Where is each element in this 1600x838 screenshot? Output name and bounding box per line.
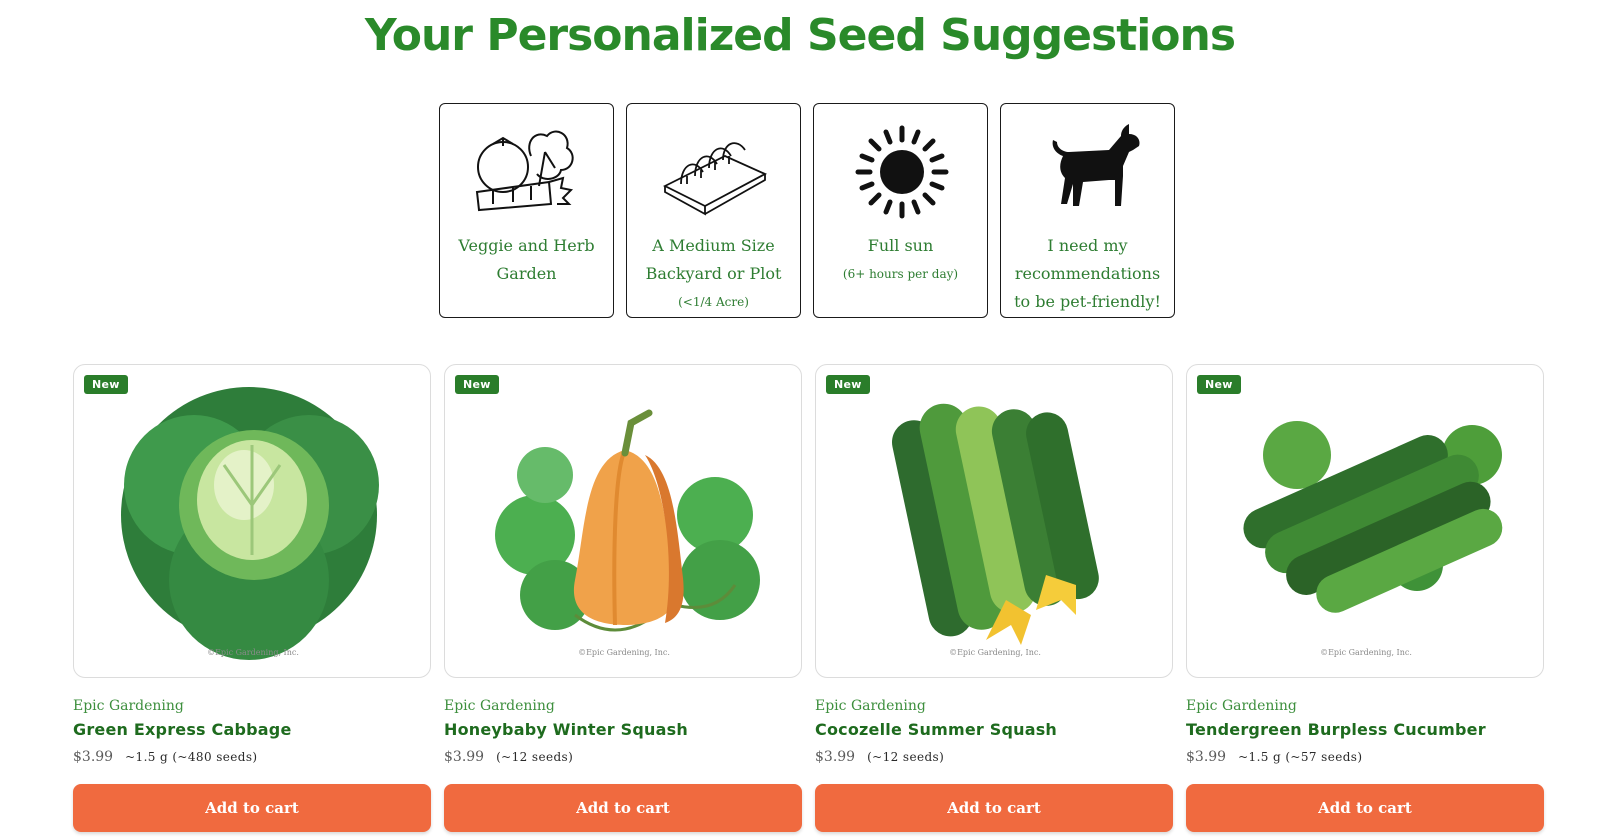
veggie-herb-icon bbox=[440, 122, 615, 222]
preference-sub-label: (6+ hours per day) bbox=[842, 267, 959, 281]
product-price: $3.99 bbox=[1186, 749, 1227, 765]
product-title[interactable]: Tendergreen Burpless Cucumber bbox=[1186, 720, 1544, 742]
product-image-link[interactable]: New ©Epic Gardening, Inc. bbox=[73, 364, 431, 678]
product-image-link[interactable]: New ©Epic Gardening, Inc. bbox=[444, 364, 802, 678]
image-copyright: ©Epic Gardening, Inc. bbox=[1320, 648, 1412, 657]
product-quantity: (~12 seeds) bbox=[496, 750, 574, 764]
preference-card-pet-friendly[interactable]: I need my recommendations to be pet-frie… bbox=[1000, 103, 1175, 318]
add-to-cart-button[interactable]: Add to cart bbox=[73, 784, 431, 832]
product-price: $3.99 bbox=[73, 749, 114, 765]
cucumber-image bbox=[1243, 421, 1503, 613]
add-to-cart-button[interactable]: Add to cart bbox=[1186, 784, 1544, 832]
product-grid: New ©Epic Gardening, Inc. Epic Gardening… bbox=[73, 364, 1544, 832]
product-title[interactable]: Cocozelle Summer Squash bbox=[815, 720, 1173, 742]
preference-card-garden-type[interactable]: Veggie and Herb Garden bbox=[439, 103, 614, 318]
product-price: $3.99 bbox=[815, 749, 856, 765]
product-quantity: (~12 seeds) bbox=[867, 750, 945, 764]
garden-bed-icon bbox=[627, 122, 802, 222]
add-to-cart-button[interactable]: Add to cart bbox=[815, 784, 1173, 832]
product-title[interactable]: Honeybaby Winter Squash bbox=[444, 720, 802, 742]
sun-icon bbox=[814, 122, 989, 222]
product-price: $3.99 bbox=[444, 749, 485, 765]
page-title: Your Personalized Seed Suggestions bbox=[364, 10, 1236, 61]
new-badge: New bbox=[84, 375, 128, 394]
new-badge: New bbox=[826, 375, 870, 394]
image-copyright: ©Epic Gardening, Inc. bbox=[578, 648, 670, 657]
product-quantity: ~1.5 g (~57 seeds) bbox=[1238, 750, 1363, 764]
product-image-link[interactable]: New ©Epic Gardening, Inc. bbox=[1186, 364, 1544, 678]
preference-sub-label: (<1/4 Acre) bbox=[678, 295, 749, 309]
preference-label: I need my recommendations to be pet-frie… bbox=[1014, 236, 1161, 311]
preference-label: A Medium Size Backyard or Plot bbox=[645, 236, 782, 283]
preference-card-sunlight[interactable]: Full sun (6+ hours per day) bbox=[813, 103, 988, 318]
preference-summary: Veggie and Herb Garden A Medium Size Bac… bbox=[439, 103, 1175, 318]
product-vendor: Epic Gardening bbox=[444, 698, 555, 714]
product-card: New ©Epic Gardening, Inc. Epic Gardening… bbox=[444, 364, 802, 832]
new-badge: New bbox=[1197, 375, 1241, 394]
product-title[interactable]: Green Express Cabbage bbox=[73, 720, 431, 742]
product-quantity: ~1.5 g (~480 seeds) bbox=[125, 750, 258, 764]
image-copyright: ©Epic Gardening, Inc. bbox=[207, 648, 299, 657]
preference-card-garden-size[interactable]: A Medium Size Backyard or Plot (<1/4 Acr… bbox=[626, 103, 801, 318]
new-badge: New bbox=[455, 375, 499, 394]
product-vendor: Epic Gardening bbox=[1186, 698, 1297, 714]
product-card: New ©Epic Gardening, Inc. Epic Gardening… bbox=[73, 364, 431, 832]
cabbage-image bbox=[121, 387, 379, 660]
product-vendor: Epic Gardening bbox=[815, 698, 926, 714]
product-vendor: Epic Gardening bbox=[73, 698, 184, 714]
summer-squash-image bbox=[892, 403, 1099, 645]
preference-label: Full sun bbox=[867, 236, 934, 255]
product-card: New ©Epic Gardening, Inc. Epic Gardening… bbox=[815, 364, 1173, 832]
preference-label: Veggie and Herb Garden bbox=[458, 236, 595, 283]
product-image-link[interactable]: New ©Epic Gardening, Inc. bbox=[815, 364, 1173, 678]
product-card: New ©Epic Gardening, Inc. Epic Gardening… bbox=[1186, 364, 1544, 832]
add-to-cart-button[interactable]: Add to cart bbox=[444, 784, 802, 832]
winter-squash-image bbox=[495, 409, 760, 632]
dog-icon bbox=[1001, 122, 1176, 222]
image-copyright: ©Epic Gardening, Inc. bbox=[949, 648, 1041, 657]
